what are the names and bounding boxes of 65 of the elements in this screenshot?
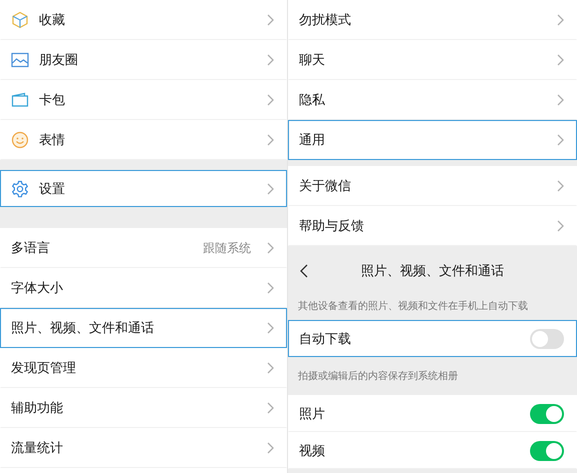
row-value: 跟随系统	[203, 240, 251, 256]
chevron-icon	[557, 94, 564, 106]
section-caption: 拍摄或编辑后的内容保存到系统相册	[298, 370, 458, 383]
chevron-icon	[557, 180, 564, 192]
settings-row[interactable]: 多语言 跟随系统	[0, 228, 287, 268]
row-label: 流量统计	[11, 440, 64, 457]
settings-row[interactable]: 照片、视频、文件和通话	[0, 308, 287, 348]
settings-row[interactable]: 卡包	[0, 80, 287, 120]
settings-row[interactable]: 发现页管理	[0, 348, 287, 388]
row-label: 发现页管理	[11, 360, 77, 377]
toggle-switch[interactable]	[530, 328, 564, 348]
settings-row[interactable]: 收藏	[0, 0, 287, 40]
row-label: 关于微信	[299, 178, 352, 195]
toggle-switch[interactable]	[530, 440, 564, 460]
settings-row[interactable]: 辅助功能	[0, 388, 287, 428]
settings-row[interactable]: 隐私	[288, 80, 577, 120]
row-label: 卡包	[39, 92, 66, 109]
chevron-icon	[267, 402, 274, 414]
chevron-icon	[267, 182, 274, 194]
row-label: 自动下载	[299, 330, 352, 348]
chevron-icon	[267, 242, 274, 254]
cube-icon	[11, 11, 29, 29]
chevron-icon	[267, 362, 274, 374]
settings-icon	[11, 180, 29, 198]
settings-row[interactable]: 字体大小	[0, 268, 287, 308]
settings-row[interactable]: 关于微信	[288, 166, 577, 206]
chevron-icon	[267, 282, 274, 294]
settings-row[interactable]: 流量统计	[0, 428, 287, 468]
row-label: 照片、视频、文件和通话	[11, 320, 155, 337]
settings-row[interactable]: 朋友圈	[0, 40, 287, 80]
page-title: 照片、视频、文件和通话	[360, 263, 505, 280]
chevron-icon	[557, 134, 564, 146]
settings-row[interactable]: 通用	[288, 120, 577, 160]
row-label: 字体大小	[11, 280, 64, 297]
chevron-icon	[267, 134, 274, 146]
chevron-icon	[557, 220, 564, 232]
row-label: 朋友圈	[39, 52, 79, 69]
row-label: 设置	[39, 180, 66, 198]
row-label: 照片	[299, 406, 326, 422]
row-label: 帮助与反馈	[299, 218, 365, 235]
row-label: 通用	[299, 132, 326, 149]
row-label: 多语言	[11, 240, 51, 257]
row-label: 辅助功能	[11, 400, 64, 417]
wallet-icon	[11, 92, 29, 108]
toggle-switch[interactable]	[530, 404, 564, 424]
picture-icon	[11, 52, 29, 68]
row-label: 聊天	[299, 52, 326, 69]
chevron-icon	[267, 322, 274, 334]
row-label: 视频	[299, 442, 326, 460]
row-label: 收藏	[39, 12, 66, 29]
row-label: 勿扰模式	[299, 12, 352, 29]
chevron-icon	[557, 54, 564, 66]
smiley-icon	[11, 131, 29, 149]
settings-row[interactable]: 设置	[0, 170, 287, 207]
back-icon[interactable]	[300, 264, 308, 278]
chevron-icon	[267, 54, 274, 66]
settings-row[interactable]: 聊天	[288, 40, 577, 80]
row-label: 表情	[39, 132, 66, 149]
section-caption: 其他设备查看的照片、视频和文件在手机上自动下载	[298, 300, 528, 313]
row-label: 隐私	[299, 92, 326, 109]
chevron-icon	[267, 94, 274, 106]
settings-row[interactable]: 勿扰模式	[288, 0, 577, 40]
chevron-icon	[557, 14, 564, 26]
chevron-icon	[267, 442, 274, 454]
chevron-icon	[267, 14, 274, 26]
